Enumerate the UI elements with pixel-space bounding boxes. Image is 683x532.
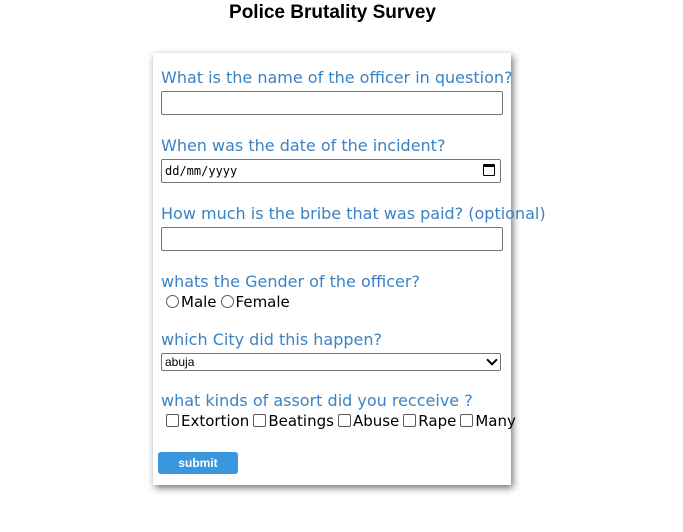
- checkbox-abuse[interactable]: [337, 414, 351, 427]
- checkbox-extortion[interactable]: [166, 414, 179, 427]
- city-select[interactable]: abuja: [161, 353, 501, 371]
- option-rape: Rape: [418, 412, 457, 430]
- chevron-down-icon: [486, 354, 498, 366]
- option-beatings: Beatings: [268, 412, 334, 430]
- officer-name-label: What is the name of the officer in quest…: [161, 68, 513, 87]
- gender-options: Male Female: [166, 293, 294, 311]
- survey-form: What is the name of the officer in quest…: [153, 53, 546, 485]
- city-selected-value: abuja: [165, 355, 195, 369]
- option-abuse: Abuse: [352, 412, 400, 430]
- submit-button[interactable]: submit: [158, 452, 238, 474]
- gender-radio-female[interactable]: [220, 295, 234, 308]
- gender-option-male: Male: [181, 293, 217, 311]
- option-extortion: Extortion: [181, 412, 250, 430]
- option-many: Many: [475, 412, 516, 430]
- calendar-icon[interactable]: [483, 164, 495, 176]
- officer-name-input[interactable]: [161, 91, 503, 115]
- bribe-input[interactable]: [161, 227, 503, 251]
- checkbox-many[interactable]: [460, 414, 474, 427]
- incident-date-input[interactable]: dd/mm/yyyy: [161, 159, 501, 183]
- assault-label: what kinds of assort did you recceive ?: [161, 391, 473, 410]
- gender-radio-male[interactable]: [166, 295, 179, 308]
- date-placeholder: dd/mm/yyyy: [165, 164, 238, 178]
- gender-option-female: Female: [235, 293, 290, 311]
- gender-label: whats the Gender of the officer?: [161, 272, 420, 291]
- bribe-label: How much is the bribe that was paid? (op…: [161, 204, 546, 223]
- assault-options: Extortion Beatings Abuse Rape Many: [166, 412, 520, 430]
- checkbox-beatings[interactable]: [253, 414, 267, 427]
- checkbox-rape[interactable]: [403, 414, 417, 427]
- page-title: Police Brutality Survey: [229, 2, 436, 23]
- city-label: which City did this happen?: [161, 330, 382, 349]
- incident-date-label: When was the date of the incident?: [161, 136, 446, 155]
